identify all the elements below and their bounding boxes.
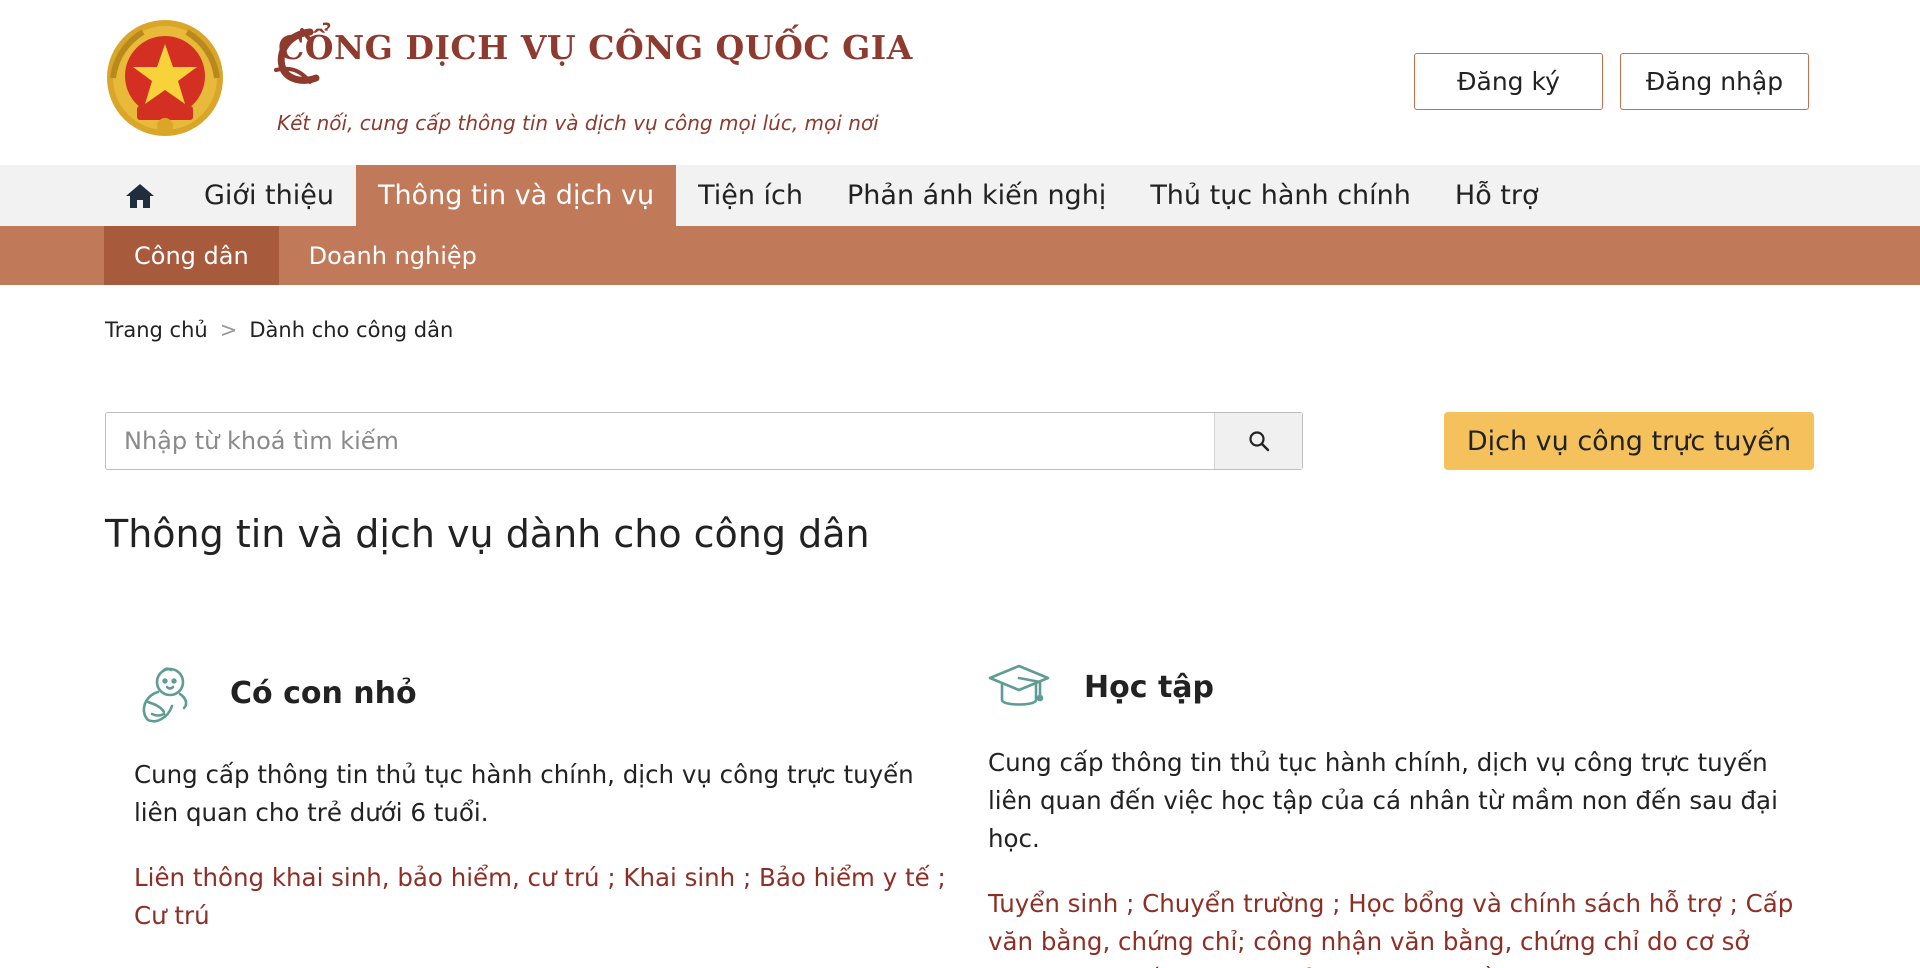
page: CỔNG DỊCH VỤ CÔNG QUỐC GIA Kết nối, cung… bbox=[0, 0, 1920, 968]
category-title[interactable]: Học tập bbox=[1084, 670, 1214, 705]
page-title: Thông tin và dịch vụ dành cho công dân bbox=[105, 512, 870, 556]
login-button[interactable]: Đăng nhập bbox=[1620, 53, 1809, 110]
category-link-list[interactable]: Tuyển sinh ; Chuyển trường ; Học bổng và… bbox=[988, 889, 1793, 968]
nav-item-phan-anh-kien-nghi[interactable]: Phản ánh kiến nghị bbox=[825, 165, 1128, 226]
category-description: Cung cấp thông tin thủ tục hành chính, d… bbox=[134, 760, 914, 827]
breadcrumb-home-link[interactable]: Trang chủ bbox=[105, 318, 208, 342]
category-link-list[interactable]: Liên thông khai sinh, bảo hiểm, cư trú ;… bbox=[134, 863, 946, 930]
nav-item-gioi-thieu[interactable]: Giới thiệu bbox=[182, 165, 356, 226]
category-card-hoc-tap: Học tập Cung cấp thông tin thủ tục hành … bbox=[988, 650, 1808, 968]
register-button[interactable]: Đăng ký bbox=[1414, 53, 1603, 110]
breadcrumb: Trang chủ > Dành cho công dân bbox=[105, 318, 453, 342]
search-input[interactable] bbox=[106, 413, 1214, 469]
site-header: CỔNG DỊCH VỤ CÔNG QUỐC GIA Kết nối, cung… bbox=[0, 0, 1920, 165]
category-header[interactable]: Học tập bbox=[988, 650, 1808, 724]
nav-item-tien-ich[interactable]: Tiện ích bbox=[676, 165, 825, 226]
national-emblem-logo[interactable] bbox=[103, 18, 227, 142]
sub-nav: Công dân Doanh nghiệp bbox=[0, 226, 1920, 285]
category-links: Tuyển sinh ; Chuyển trường ; Học bổng và… bbox=[988, 885, 1808, 968]
breadcrumb-current: Dành cho công dân bbox=[249, 318, 454, 342]
site-slogan: Kết nối, cung cấp thông tin và dịch vụ c… bbox=[277, 111, 879, 135]
main-nav: Giới thiệu Thông tin và dịch vụ Tiện ích… bbox=[0, 165, 1920, 226]
category-card-co-con-nho: Có con nhỏ Cung cấp thông tin thủ tục hà… bbox=[134, 656, 954, 935]
category-description: Cung cấp thông tin thủ tục hành chính, d… bbox=[988, 748, 1778, 853]
nav-item-thong-tin-dich-vu[interactable]: Thông tin và dịch vụ bbox=[355, 165, 677, 226]
category-header[interactable]: Có con nhỏ bbox=[134, 656, 954, 730]
subnav-item-cong-dan[interactable]: Công dân bbox=[104, 226, 279, 285]
search-button[interactable] bbox=[1214, 413, 1302, 469]
breadcrumb-separator: > bbox=[219, 318, 238, 342]
home-icon bbox=[126, 183, 154, 208]
graduation-cap-icon bbox=[988, 664, 1050, 706]
site-title[interactable]: CỔNG DỊCH VỤ CÔNG QUỐC GIA bbox=[278, 28, 913, 67]
subnav-item-doanh-nghiep[interactable]: Doanh nghiệp bbox=[279, 226, 507, 285]
nav-home[interactable] bbox=[106, 165, 182, 226]
search-box bbox=[105, 412, 1303, 470]
nav-item-ho-tro[interactable]: Hỗ trợ bbox=[1433, 165, 1561, 226]
nav-item-thu-tuc-hanh-chinh[interactable]: Thủ tục hành chính bbox=[1128, 165, 1433, 226]
online-public-service-button[interactable]: Dịch vụ công trực tuyến bbox=[1444, 412, 1814, 470]
category-title[interactable]: Có con nhỏ bbox=[230, 676, 417, 711]
category-links: Liên thông khai sinh, bảo hiểm, cư trú ;… bbox=[134, 859, 954, 935]
search-icon bbox=[1248, 431, 1269, 452]
baby-icon bbox=[142, 667, 188, 723]
